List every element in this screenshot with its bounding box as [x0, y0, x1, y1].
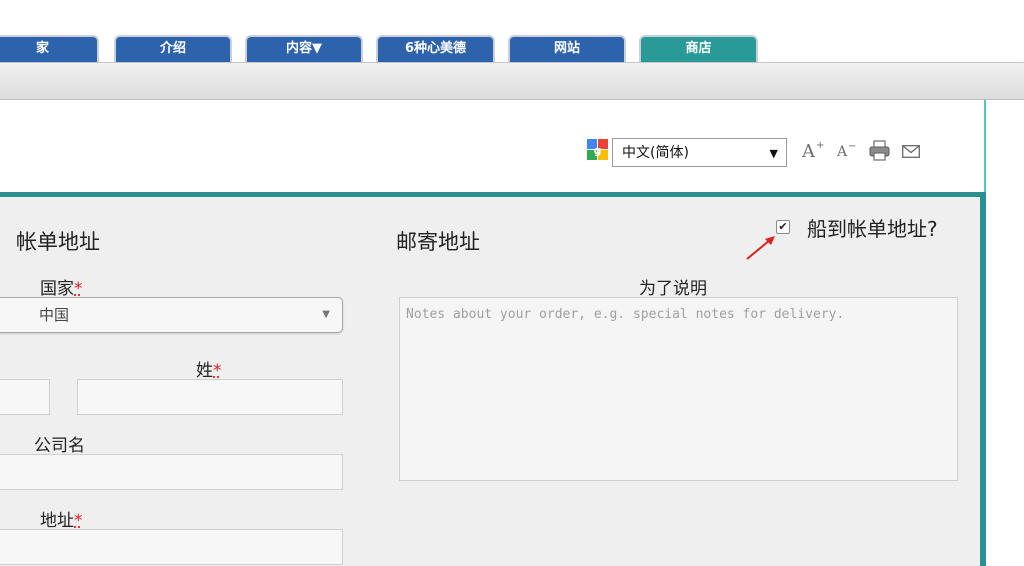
lastname-label-text: 姓: [196, 361, 213, 381]
font-increase-icon[interactable]: A +: [802, 140, 824, 160]
svg-text:A: A: [802, 141, 816, 160]
red-arrow-annotation-icon: [744, 234, 778, 266]
tab-intro[interactable]: 介绍: [114, 35, 232, 62]
email-icon[interactable]: [902, 145, 920, 158]
tab-virtues[interactable]: 6种心美德: [376, 35, 495, 62]
address-label-text: 地址: [40, 511, 74, 531]
address-input[interactable]: [0, 529, 343, 565]
main-nav: 家 介绍 内容▼ 6种心美德 网站 商店: [0, 0, 1024, 62]
svg-text:A: A: [837, 144, 848, 159]
order-notes-textarea[interactable]: [399, 297, 958, 481]
billing-address-heading: 帐单地址: [16, 230, 100, 254]
checkout-page: 家 介绍 内容▼ 6种心美德 网站 商店 g 中文(简体) ▼ A + A −: [0, 0, 1024, 566]
country-label-text: 国家: [40, 279, 74, 299]
lastname-label: 姓*: [196, 356, 222, 381]
required-mark: *: [74, 511, 83, 531]
required-mark: *: [213, 361, 222, 381]
google-translate-icon: g: [587, 139, 608, 160]
tab-content[interactable]: 内容▼: [245, 35, 363, 62]
firstname-input[interactable]: [0, 379, 50, 415]
svg-text:+: +: [816, 140, 824, 151]
svg-text:g: g: [594, 144, 602, 157]
ship-to-billing-checkbox[interactable]: ✔: [776, 220, 790, 234]
country-select-value: 中国: [39, 306, 70, 324]
tab-website[interactable]: 网站: [508, 35, 626, 62]
tab-shop[interactable]: 商店: [639, 35, 758, 62]
font-decrease-icon[interactable]: A −: [837, 143, 857, 159]
ship-to-billing-label[interactable]: 船到帐单地址?: [807, 213, 938, 242]
language-select[interactable]: 中文(简体) ▼: [612, 138, 787, 167]
country-select[interactable]: 中国 ▼: [0, 297, 343, 333]
tab-home[interactable]: 家: [0, 35, 99, 62]
lastname-input[interactable]: [77, 379, 343, 415]
order-notes-label: 为了说明: [639, 279, 707, 299]
country-label: 国家*: [40, 274, 83, 299]
chevron-down-icon: ▼: [769, 147, 778, 160]
address-label: 地址*: [40, 506, 83, 531]
svg-text:−: −: [848, 143, 856, 152]
required-mark: *: [74, 279, 83, 299]
company-input[interactable]: [0, 454, 343, 490]
chevron-down-icon: ▼: [322, 309, 330, 320]
shipping-address-heading: 邮寄地址: [396, 230, 480, 254]
sub-navigation-bar: [0, 62, 1024, 100]
language-select-value: 中文(简体): [622, 145, 689, 161]
company-label: 公司名: [34, 436, 85, 456]
print-icon[interactable]: [869, 140, 890, 161]
